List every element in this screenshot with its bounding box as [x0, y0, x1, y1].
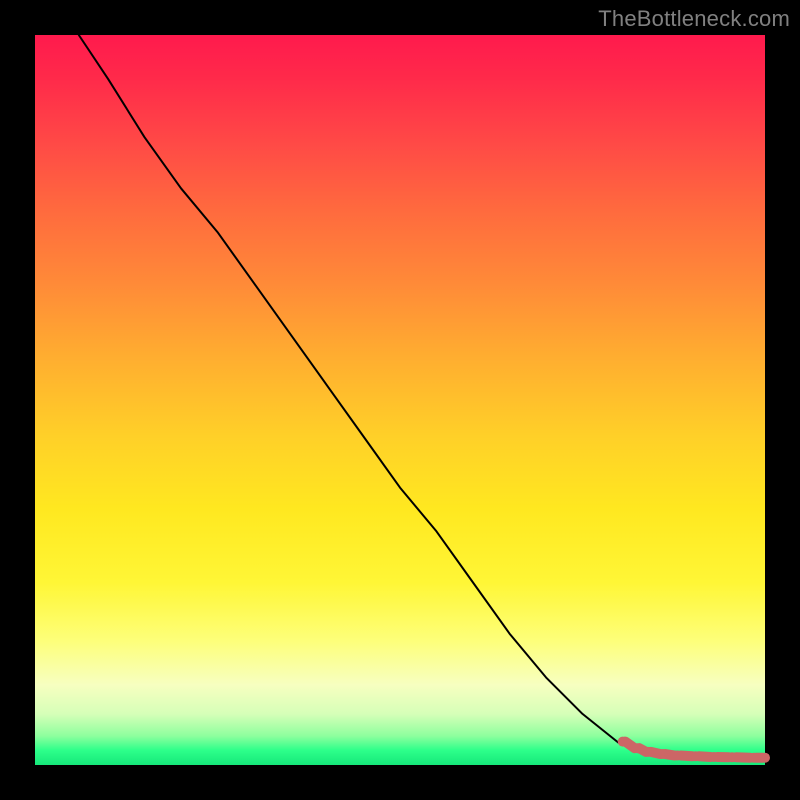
marker-dot	[709, 752, 719, 762]
marker-dot	[618, 737, 628, 747]
marker-dot	[672, 751, 682, 761]
marker-dot	[643, 747, 653, 757]
marker-dot	[691, 751, 701, 761]
marker-dot	[760, 753, 770, 763]
marker-dot	[632, 743, 642, 753]
marker-dot	[727, 752, 737, 762]
watermark-label: TheBottleneck.com	[598, 6, 790, 32]
marker-dot	[658, 749, 668, 759]
marker-segment	[699, 756, 711, 757]
marker-group	[618, 737, 770, 763]
chart-stage: TheBottleneck.com	[0, 0, 800, 800]
bottleneck-curve	[79, 35, 765, 758]
marker-dot	[749, 753, 759, 763]
chart-overlay	[35, 35, 765, 765]
